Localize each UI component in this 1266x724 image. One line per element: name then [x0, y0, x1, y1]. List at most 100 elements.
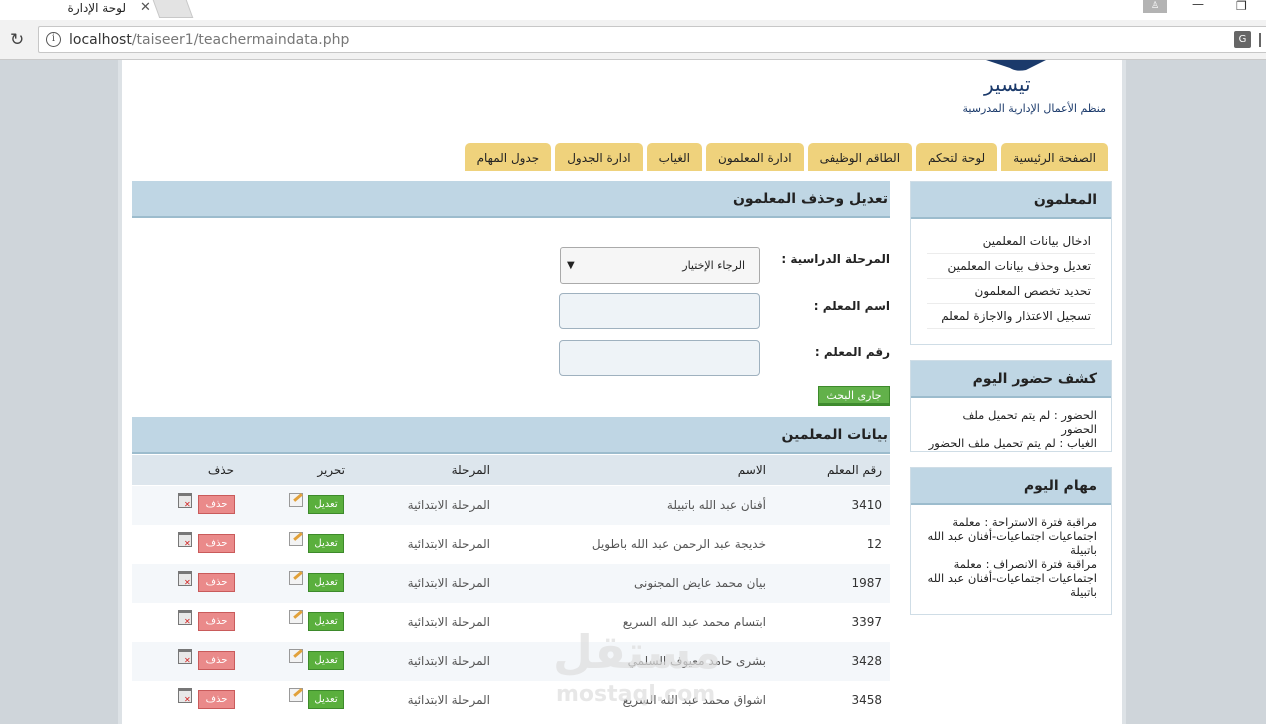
- nav-control-panel[interactable]: لوحة لتحكم: [916, 143, 998, 171]
- edit-section-header: تعديل وحذف المعلمون: [132, 181, 890, 219]
- teachers-table-title: بيانات المعلمين: [132, 417, 890, 454]
- extension-icon[interactable]: [1259, 33, 1266, 47]
- url-text: localhost/taiseer1/teachermaindata.php: [69, 32, 349, 48]
- edit-icon[interactable]: [289, 532, 303, 546]
- stage-select-value: الرجاء الإختيار: [682, 259, 745, 272]
- trash-icon[interactable]: [178, 610, 192, 626]
- trash-icon[interactable]: [178, 688, 192, 704]
- table-row: 3458 اشواق محمد عبد الله السريع المرحلة ال…: [132, 681, 890, 720]
- nav-absence[interactable]: الغياب: [646, 143, 703, 171]
- trash-icon[interactable]: [178, 649, 192, 665]
- col-edit: تحرير: [317, 463, 345, 477]
- nav-staff[interactable]: الطاقم الوظيفى: [807, 143, 913, 171]
- link-teacher-specialty[interactable]: تحديد تخصص المعلمون: [927, 279, 1095, 304]
- browser-tab-strip: لوحة الإدارة ✕ ♙ — ❐: [0, 0, 1266, 20]
- table-row: 3397 ابتسام محمد عبد الله السريع المرحلة ا…: [132, 603, 890, 642]
- edit-icon[interactable]: [289, 571, 303, 585]
- cell-stage: المرحلة الابتدائية: [407, 654, 490, 668]
- col-number: رقم المعلم: [826, 463, 882, 477]
- trash-icon[interactable]: [178, 571, 192, 587]
- edit-button[interactable]: تعديل: [308, 534, 344, 553]
- edit-icon[interactable]: [289, 610, 303, 624]
- edit-button[interactable]: تعديل: [308, 612, 344, 631]
- teachers-panel: المعلمون ادخال بيانات المعلمين تعديل وحذ…: [910, 181, 1112, 345]
- address-bar[interactable]: i localhost/taiseer1/teachermaindata.php…: [38, 26, 1266, 53]
- delete-button[interactable]: حذف: [198, 495, 235, 514]
- delete-button[interactable]: حذف: [198, 534, 235, 553]
- browser-tab[interactable]: لوحة الإدارة ✕: [0, 0, 158, 20]
- delete-button[interactable]: حذف: [198, 573, 235, 592]
- link-add-teachers[interactable]: ادخال بيانات المعلمين: [927, 229, 1095, 254]
- teacher-number-input[interactable]: [559, 340, 760, 376]
- watermark-url: mostaql.com: [556, 682, 716, 707]
- edit-section-title: تعديل وحذف المعلمون: [132, 181, 890, 218]
- cell-name: أفنان عبد الله باتبيلة: [666, 498, 766, 512]
- browser-tab-title: لوحة الإدارة: [67, 1, 126, 15]
- teachers-links: ادخال بيانات المعلمين تعديل وحذف بيانات …: [911, 219, 1111, 329]
- delete-button[interactable]: حذف: [198, 651, 235, 670]
- minimize-button[interactable]: —: [1192, 0, 1204, 11]
- stage-select[interactable]: الرجاء الإختيار ▼: [560, 247, 760, 284]
- cell-stage: المرحلة الابتدائية: [407, 693, 490, 707]
- nav-tasks[interactable]: جدول المهام: [464, 143, 552, 171]
- url-host: localhost: [69, 32, 132, 48]
- edit-icon[interactable]: [289, 649, 303, 663]
- dropdown-arrow-icon: ▼: [567, 260, 575, 271]
- cell-number: 12: [866, 537, 882, 551]
- stage-label: المرحلة الدراسية :: [781, 252, 890, 266]
- translate-icon[interactable]: G: [1234, 31, 1251, 48]
- table-row: 12 خديجة عبد الرحمن عبد الله باطويل المرحل…: [132, 525, 890, 564]
- delete-button[interactable]: حذف: [198, 690, 235, 709]
- url-path: /taiseer1/teachermaindata.php: [131, 32, 350, 48]
- cell-stage: المرحلة الابتدائية: [407, 615, 490, 629]
- search-button[interactable]: جارى البحث: [818, 386, 890, 406]
- trash-icon[interactable]: [178, 493, 192, 509]
- table-head: رقم المعلم الاسم المرحلة تحرير حذف: [132, 455, 890, 485]
- cell-name: خديجة عبد الرحمن عبد الله باطويل: [591, 537, 766, 551]
- col-stage: المرحلة: [451, 463, 490, 477]
- edit-button[interactable]: تعديل: [308, 690, 344, 709]
- teachers-table-header: بيانات المعلمين: [132, 417, 890, 455]
- attendance-panel: كشف حضور اليوم الحضور : لم يتم تحميل ملف…: [910, 360, 1112, 452]
- nav-teachers[interactable]: ادارة المعلمون: [706, 143, 804, 171]
- address-bar-area: ↻ i localhost/taiseer1/teachermaindata.p…: [0, 20, 1266, 60]
- watermark: مستقل: [553, 625, 722, 679]
- link-edit-teachers[interactable]: تعديل وحذف بيانات المعلمين: [927, 254, 1095, 279]
- edit-button[interactable]: تعديل: [308, 573, 344, 592]
- table-row: 3428 بشرى حامد معيوف السلمي المرحلة الابتد…: [132, 642, 890, 681]
- page-shadow-right: [1122, 60, 1126, 724]
- col-delete: حذف: [207, 463, 234, 477]
- cell-number: 1987: [851, 576, 882, 590]
- nav-schedule[interactable]: ادارة الجدول: [555, 143, 643, 171]
- cell-number: 3428: [851, 654, 882, 668]
- close-tab-icon[interactable]: ✕: [140, 0, 151, 15]
- teacher-name-input[interactable]: [559, 293, 760, 329]
- attendance-panel-title: كشف حضور اليوم: [911, 361, 1111, 398]
- attendance-text: الحضور : لم يتم تحميل ملف الحضور الغياب …: [911, 398, 1111, 450]
- cell-number: 3410: [851, 498, 882, 512]
- cell-name: بيان محمد عايض المجنونى: [634, 576, 766, 590]
- new-tab-button[interactable]: [152, 0, 194, 18]
- edit-icon[interactable]: [289, 493, 303, 507]
- cell-number: 3397: [851, 615, 882, 629]
- restore-button[interactable]: ❐: [1236, 0, 1247, 13]
- nav-home[interactable]: الصفحة الرئيسية: [1001, 143, 1108, 171]
- profile-icon[interactable]: ♙: [1143, 0, 1167, 13]
- main-nav: الصفحة الرئيسية لوحة لتحكم الطاقم الوظيف…: [436, 143, 1108, 171]
- logo-icon: [986, 60, 1046, 71]
- edit-button[interactable]: تعديل: [308, 495, 344, 514]
- logo-tagline: منظم الأعمال الإدارية المدرسية: [962, 102, 1106, 115]
- link-teacher-leave[interactable]: تسجيل الاعتذار والاجازة لمعلم: [927, 304, 1095, 329]
- task-break: مراقبة فترة الاستراحة : معلمة اجتماعيات …: [927, 515, 1097, 557]
- reload-icon[interactable]: ↻: [10, 30, 24, 50]
- info-icon[interactable]: i: [46, 32, 61, 47]
- teacher-number-label: رقم المعلم :: [814, 345, 890, 359]
- edit-button[interactable]: تعديل: [308, 651, 344, 670]
- tasks-text: مراقبة فترة الاستراحة : معلمة اجتماعيات …: [911, 505, 1111, 599]
- logo-name: تيسير: [984, 72, 1031, 96]
- trash-icon[interactable]: [178, 532, 192, 548]
- edit-icon[interactable]: [289, 688, 303, 702]
- cell-stage: المرحلة الابتدائية: [407, 537, 490, 551]
- delete-button[interactable]: حذف: [198, 612, 235, 631]
- table-row: 1987 بيان محمد عايض المجنونى المرحلة الابت…: [132, 564, 890, 603]
